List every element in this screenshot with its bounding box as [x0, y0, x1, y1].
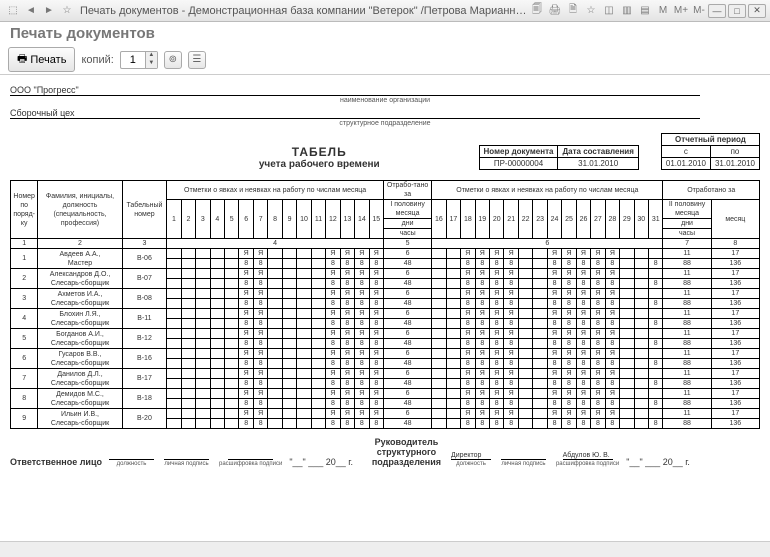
sig-cap: личная подпись: [501, 461, 545, 467]
org-caption: наименование организации: [10, 97, 760, 104]
close-button[interactable]: ✕: [748, 4, 766, 18]
print-label: Печать: [30, 54, 66, 66]
toolbar-icon[interactable]: ▤: [638, 4, 652, 18]
to-label: по: [710, 146, 759, 158]
sig-line: [164, 450, 209, 460]
back-icon[interactable]: ◄: [24, 4, 38, 18]
preview-button[interactable]: ⊚: [164, 51, 182, 69]
from-label: с: [661, 146, 710, 158]
table-row: 6Гусаров В.В.,Слесарь-сборщикB-16ЯЯЯЯЯЯ6…: [11, 349, 760, 359]
app-icon: ⬚: [6, 4, 20, 18]
footer: Ответственное лицо должность личная подп…: [10, 437, 760, 467]
toolbar-text[interactable]: M: [656, 4, 670, 18]
meta-docno-label: Номер документа: [479, 146, 558, 158]
copies-input[interactable]: [121, 54, 145, 66]
sig-line: [109, 450, 154, 460]
forward-icon[interactable]: ►: [42, 4, 56, 18]
settings-button[interactable]: ☰: [188, 51, 206, 69]
sig-cap: должность: [117, 461, 147, 467]
table-row: 3Ахметов И.А.,Слесарь-сборщикB-08ЯЯЯЯЯЯ6…: [11, 289, 760, 299]
timesheet-grid: Номер по поряд-куФамилия, инициалы, долж…: [10, 180, 760, 429]
sig-cap: личная подпись: [164, 461, 208, 467]
meta-docno: ПР-00000004: [479, 158, 558, 170]
table-row: 5Богданов А.И.,Слесарь-сборщикB-12ЯЯЯЯЯЯ…: [11, 329, 760, 339]
table-row: 2Александров Д.О.,Слесарь-сборщикB-07ЯЯЯ…: [11, 269, 760, 279]
copies-spinner[interactable]: ▲ ▼: [120, 51, 158, 69]
status-bar: [0, 541, 770, 557]
unit-caption: структурное подразделение: [10, 120, 760, 127]
favorite-icon[interactable]: ☆: [60, 4, 74, 18]
sig-line: [501, 450, 546, 460]
toolbar-text[interactable]: M-: [692, 4, 706, 18]
table-row: 7Данилов Д.Л.,Слесарь-сборщикB-17ЯЯЯЯЯЯ6…: [11, 369, 760, 379]
maximize-button[interactable]: □: [728, 4, 746, 18]
sig-cap: должность: [456, 461, 486, 467]
print-button[interactable]: 🖶 Печать: [8, 47, 75, 72]
doc-title: ТАБЕЛЬ: [166, 145, 473, 159]
sig-cap: расшифровка подписи: [556, 461, 619, 467]
window-title: Печать документов - Демонстрационная баз…: [80, 5, 528, 17]
period-label: Отчетный период: [661, 134, 759, 146]
doc-subtitle: учета рабочего времени: [166, 159, 473, 170]
window-titlebar: ⬚ ◄ ► ☆ Печать документов - Демонстрацио…: [0, 0, 770, 22]
toolbar-icon[interactable]: 🗎: [566, 4, 580, 18]
period-from: 01.01.2010: [661, 158, 710, 170]
toolbar-icon[interactable]: 🖨: [548, 4, 562, 18]
table-row: 8Демидов М.С.,Слесарь-сборщикB-18ЯЯЯЯЯЯ6…: [11, 389, 760, 399]
table-row: 1Авдеев А.А.,МастерB-06ЯЯЯЯЯЯ6ЯЯЯЯЯЯЯЯЯ1…: [11, 249, 760, 259]
unit-name: Сборочный цех: [10, 108, 700, 119]
spinner-down-icon[interactable]: ▼: [145, 60, 157, 68]
toolbar-icon[interactable]: 🗐: [530, 4, 544, 18]
document-sheet[interactable]: ООО "Прогресс" наименование организации …: [0, 75, 770, 541]
period-to: 31.01.2010: [710, 158, 759, 170]
toolbar-icon[interactable]: ◫: [602, 4, 616, 18]
minimize-button[interactable]: —: [708, 4, 726, 18]
sig-cap: расшифровка подписи: [219, 461, 282, 467]
toolbar-icon[interactable]: ☆: [584, 4, 598, 18]
toolbar: 🖶 Печать копий: ▲ ▼ ⊚ ☰: [0, 45, 770, 75]
page-title: Печать документов: [0, 22, 770, 45]
resp-label: Ответственное лицо: [10, 457, 102, 467]
toolbar-text[interactable]: M+: [674, 4, 688, 18]
copies-label: копий:: [81, 54, 113, 66]
table-row: 4Блохин Л.Я.,Слесарь-сборщикB-11ЯЯЯЯЯЯ6Я…: [11, 309, 760, 319]
table-row: 9Ильин И.В.,Слесарь-сборщикB-20ЯЯЯЯЯЯ6ЯЯ…: [11, 409, 760, 419]
sig-line: Абдулов Ю. В.: [563, 450, 613, 460]
period-table: Отчетный период спо 01.01.201031.01.2010: [661, 133, 760, 170]
sig-line: [228, 450, 273, 460]
sig-line: Директор: [451, 450, 491, 460]
meta-table: Номер документаДата составления ПР-00000…: [479, 145, 639, 170]
toolbar-icon[interactable]: ▥: [620, 4, 634, 18]
head-label: Руководитель структурного подразделения: [369, 437, 444, 467]
printer-icon: 🖶: [17, 50, 27, 69]
spinner-up-icon[interactable]: ▲: [145, 52, 157, 60]
meta-date: 31.01.2010: [558, 158, 638, 170]
meta-date-label: Дата составления: [558, 146, 638, 158]
org-name: ООО "Прогресс": [10, 85, 700, 96]
